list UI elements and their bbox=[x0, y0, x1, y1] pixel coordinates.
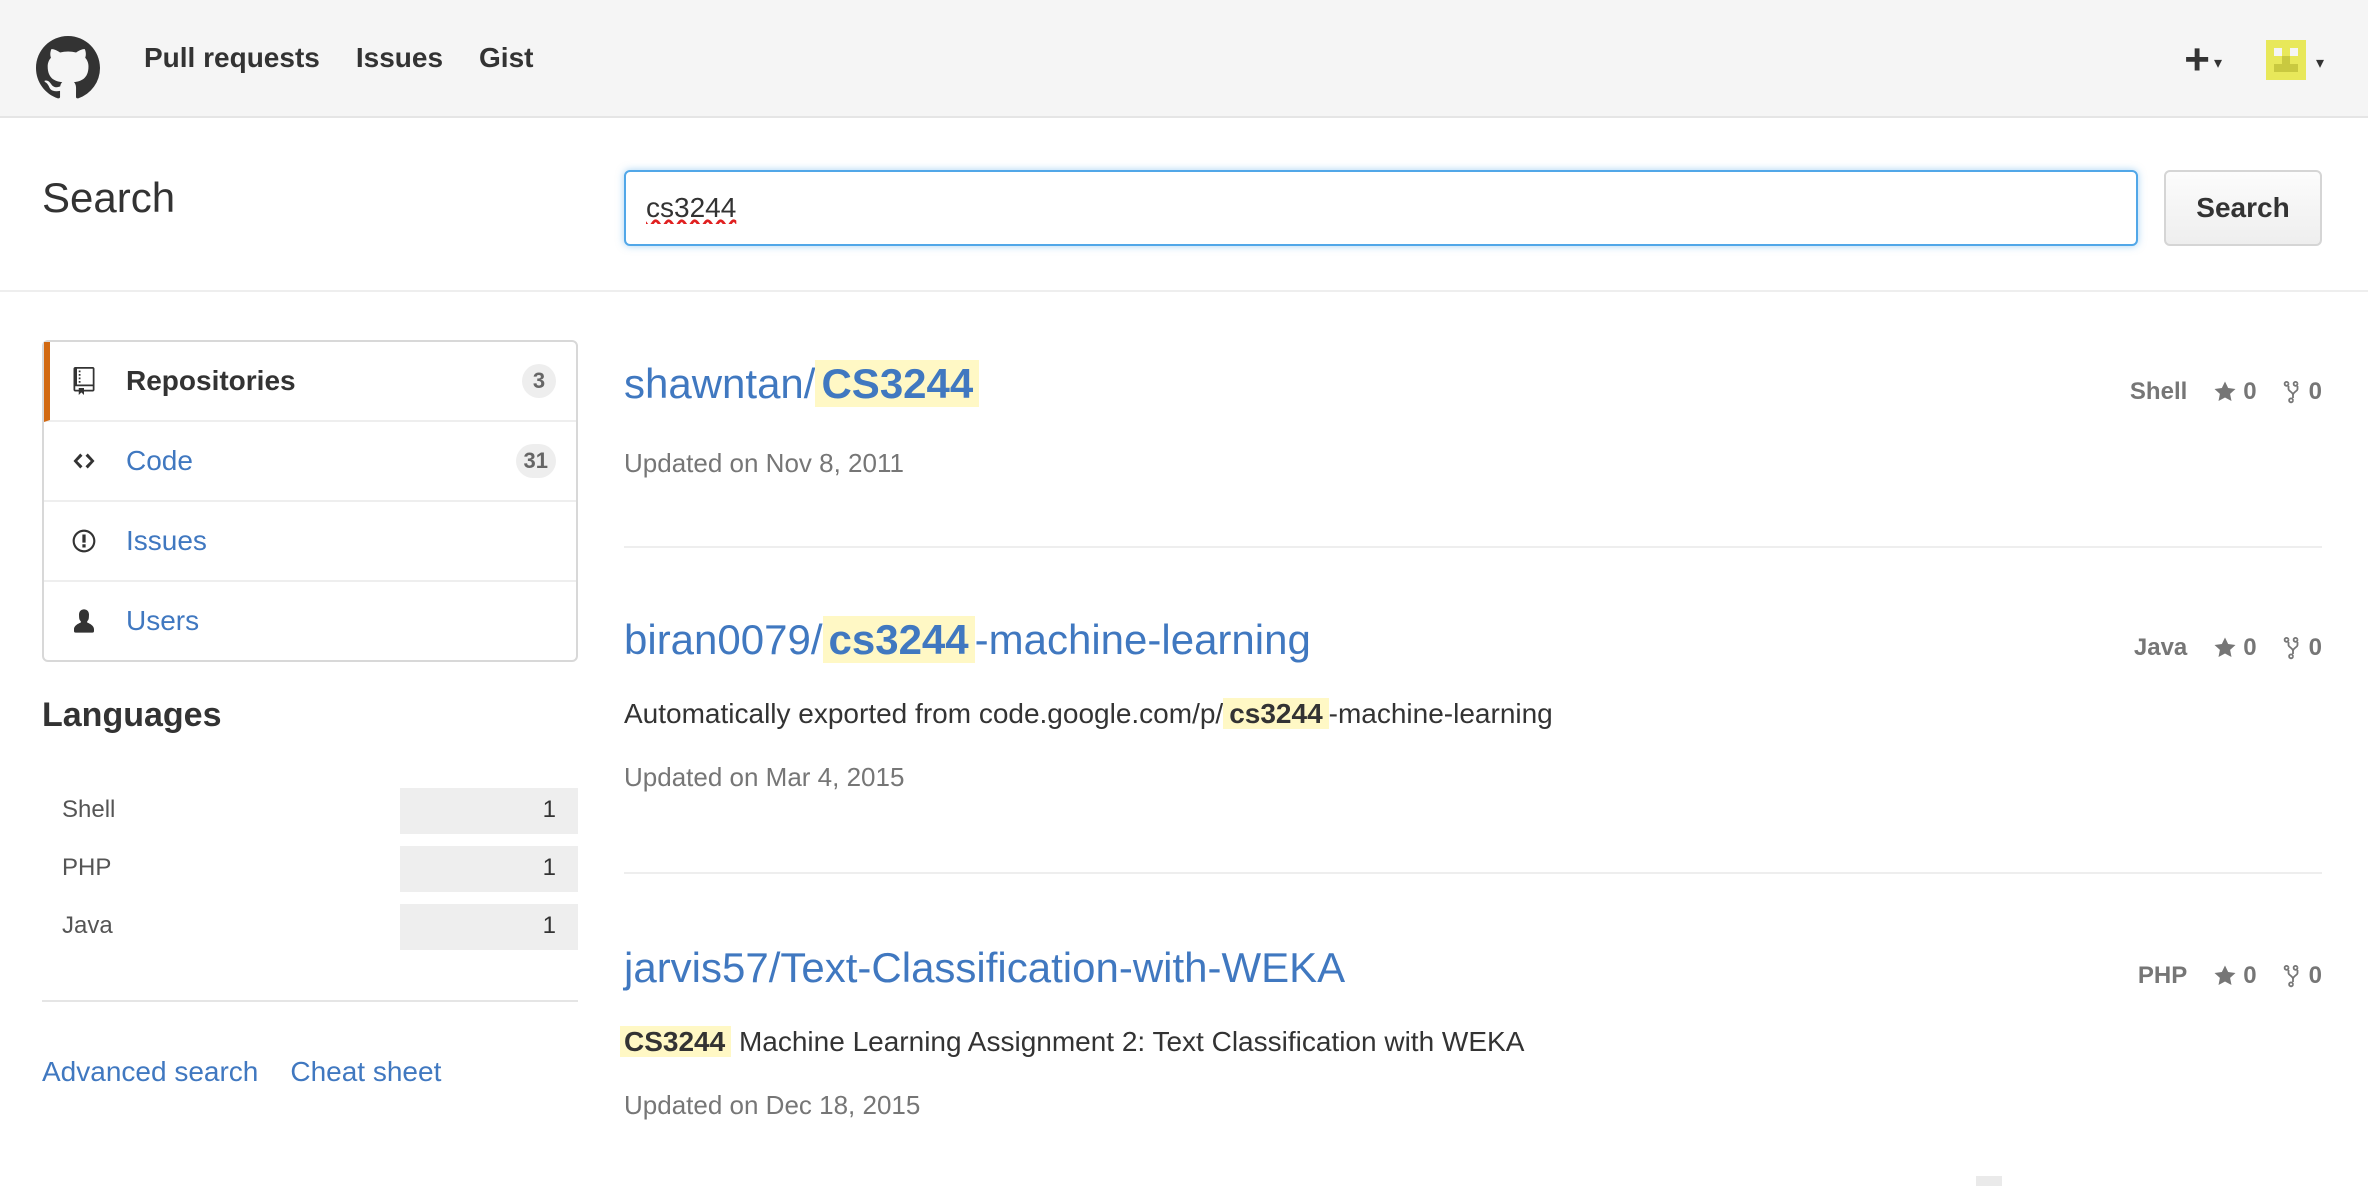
sidebar-links: Advanced search Cheat sheet bbox=[42, 1056, 441, 1088]
filter-code[interactable]: Code 31 bbox=[44, 422, 576, 502]
chevron-down-icon: ▾ bbox=[2213, 55, 2222, 72]
result-divider bbox=[624, 872, 2322, 874]
fork-icon bbox=[2283, 965, 2299, 988]
description-text: -machine-learning bbox=[1328, 698, 1553, 729]
updated-date: Updated on Dec 18, 2015 bbox=[624, 1090, 921, 1120]
stars-link[interactable]: 0 bbox=[2213, 634, 2257, 662]
repo-title-link[interactable]: biran0079/cs3244 -machine-learning bbox=[624, 616, 1311, 664]
language-filter-shell[interactable]: Shell 1 bbox=[42, 788, 578, 834]
description-text: Automatically exported from code.google.… bbox=[624, 698, 1224, 729]
create-new-dropdown[interactable]: + ▾ bbox=[2184, 38, 2222, 82]
chevron-down-icon: ▾ bbox=[2315, 55, 2324, 72]
language-name: Java bbox=[62, 912, 113, 939]
language-count: 1 bbox=[542, 912, 556, 939]
search-highlight: cs3244 bbox=[1223, 698, 1329, 729]
forks-count: 0 bbox=[2308, 962, 2322, 989]
language-count-bar: 1 bbox=[400, 846, 578, 892]
filter-label: Users bbox=[126, 605, 200, 636]
search-header: Search Search bbox=[0, 118, 2368, 292]
language-filter-php[interactable]: PHP 1 bbox=[42, 846, 578, 892]
filter-label: Issues bbox=[126, 525, 207, 556]
count-badge: 3 bbox=[522, 364, 556, 398]
updated-date: Updated on Mar 4, 2015 bbox=[624, 762, 905, 792]
updated-date: Updated on Nov 8, 2011 bbox=[624, 448, 904, 478]
issue-icon bbox=[70, 527, 98, 555]
stars-count: 0 bbox=[2243, 634, 2257, 661]
repo-title-link[interactable]: shawntan/CS3244 bbox=[624, 360, 980, 408]
language-name: PHP bbox=[62, 854, 112, 881]
repo-language: PHP bbox=[2137, 962, 2188, 989]
count-badge: 31 bbox=[515, 444, 556, 478]
forks-link[interactable]: 0 bbox=[2283, 962, 2322, 990]
fork-icon bbox=[2283, 381, 2299, 404]
repo-result: jarvis57/Text-Classification-with-WEKA C… bbox=[620, 944, 2322, 1144]
avatar-icon bbox=[2265, 40, 2306, 80]
star-icon bbox=[2214, 381, 2236, 401]
stars-link[interactable]: 0 bbox=[2213, 962, 2257, 990]
search-input[interactable] bbox=[624, 170, 2138, 246]
nav-issues[interactable]: Issues bbox=[356, 42, 443, 74]
repo-language: Shell bbox=[2129, 378, 2188, 405]
repo-name-suffix: -machine-learning bbox=[974, 616, 1311, 663]
nav-gist[interactable]: Gist bbox=[479, 42, 533, 74]
page-title: Search bbox=[42, 174, 176, 221]
language-count-bar: 1 bbox=[400, 904, 578, 950]
github-logo-icon[interactable] bbox=[36, 36, 100, 100]
person-icon bbox=[70, 607, 98, 635]
forks-count: 0 bbox=[2308, 378, 2322, 405]
sidebar-divider bbox=[42, 1000, 578, 1002]
search-highlight: CS3244 bbox=[815, 360, 980, 407]
repo-meta: Shell 0 0 bbox=[2130, 378, 2322, 406]
repo-language: Java bbox=[2133, 634, 2188, 661]
stars-count: 0 bbox=[2243, 378, 2257, 405]
nav-pull-requests[interactable]: Pull requests bbox=[144, 42, 320, 74]
repo-owner: biran0079/ bbox=[624, 616, 823, 663]
result-divider bbox=[624, 546, 2322, 548]
plus-icon: + bbox=[2184, 35, 2210, 84]
filter-label: Code bbox=[126, 445, 193, 476]
user-menu-dropdown[interactable]: ▾ bbox=[2265, 40, 2324, 80]
filter-users[interactable]: Users bbox=[44, 582, 576, 660]
nav-links: Pull requests Issues Gist bbox=[144, 42, 533, 74]
language-count-bar: 1 bbox=[400, 788, 578, 834]
cheat-sheet-link[interactable]: Cheat sheet bbox=[290, 1056, 441, 1088]
search-button[interactable]: Search bbox=[2164, 170, 2322, 246]
repo-title-link[interactable]: jarvis57/Text-Classification-with-WEKA bbox=[624, 944, 1345, 992]
language-count: 1 bbox=[542, 796, 556, 823]
language-name: Shell bbox=[62, 796, 116, 823]
fork-icon bbox=[2283, 637, 2299, 660]
forks-link[interactable]: 0 bbox=[2283, 378, 2322, 406]
star-icon bbox=[2214, 965, 2236, 985]
search-highlight: CS3244 bbox=[620, 1026, 732, 1057]
description-text: Machine Learning Assignment 2: Text Clas… bbox=[731, 1026, 1525, 1057]
nav-right: + ▾ ▾ bbox=[2184, 38, 2324, 82]
repo-icon bbox=[70, 367, 98, 395]
repo-description: Automatically exported from code.google.… bbox=[624, 698, 1553, 730]
languages-heading: Languages bbox=[42, 696, 222, 734]
repo-result: shawntan/CS3244 Updated on Nov 8, 2011 S… bbox=[624, 360, 2322, 520]
search-highlight: cs3244 bbox=[822, 616, 975, 663]
star-icon bbox=[2214, 637, 2236, 657]
filter-repositories[interactable]: Repositories 3 bbox=[44, 342, 576, 422]
advanced-search-link[interactable]: Advanced search bbox=[42, 1056, 258, 1088]
top-nav: Pull requests Issues Gist + ▾ ▾ bbox=[0, 0, 2368, 118]
forks-count: 0 bbox=[2308, 634, 2322, 661]
repo-result: biran0079/cs3244 -machine-learning Automa… bbox=[624, 616, 2322, 816]
stars-link[interactable]: 0 bbox=[2213, 378, 2257, 406]
language-count: 1 bbox=[542, 854, 556, 881]
language-filter-java[interactable]: Java 1 bbox=[42, 904, 578, 950]
stars-count: 0 bbox=[2243, 962, 2257, 989]
repo-description: CS3244 Machine Learning Assignment 2: Te… bbox=[620, 1026, 1525, 1058]
repo-meta: PHP 0 0 bbox=[2138, 962, 2322, 990]
repo-meta: Java 0 0 bbox=[2134, 634, 2322, 662]
feedback-widget[interactable] bbox=[1976, 1176, 2002, 1186]
filter-issues[interactable]: Issues bbox=[44, 502, 576, 582]
filter-label: Repositories bbox=[126, 365, 296, 396]
repo-owner: shawntan/ bbox=[624, 360, 816, 407]
search-filter-menu: Repositories 3 Code 31 Issues Users bbox=[42, 340, 578, 662]
forks-link[interactable]: 0 bbox=[2283, 634, 2322, 662]
code-icon bbox=[70, 447, 98, 475]
